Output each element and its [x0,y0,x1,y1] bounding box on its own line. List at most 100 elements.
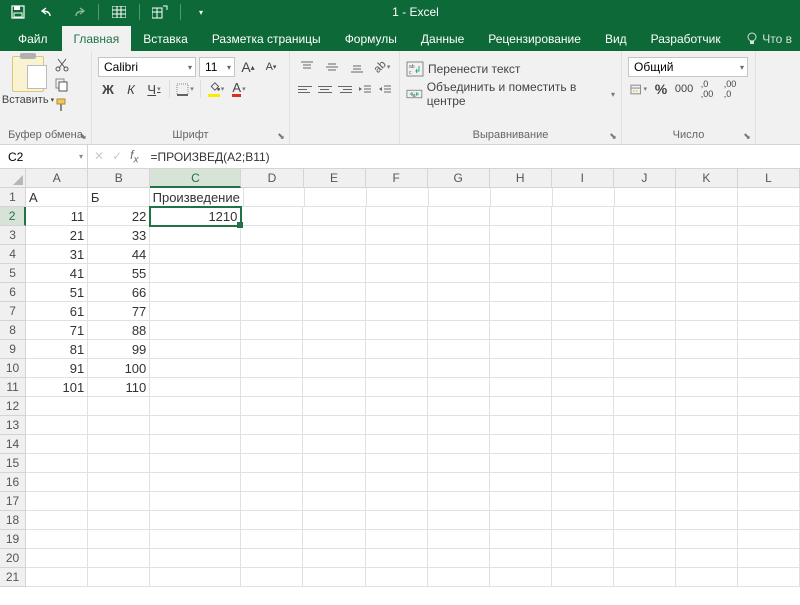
decrease-decimal-button[interactable]: ,00,0 [720,79,740,99]
bold-button[interactable]: Ж [98,79,118,99]
cell-A11[interactable]: 101 [26,378,88,397]
wrap-text-button[interactable]: abc Перенести текст [406,58,615,80]
cell-E16[interactable] [303,473,365,492]
cell-A4[interactable]: 31 [26,245,88,264]
cell-J8[interactable] [614,321,676,340]
cell-L12[interactable] [738,397,800,416]
cell-J6[interactable] [614,283,676,302]
column-header-K[interactable]: K [676,169,738,187]
cell-I20[interactable] [552,549,614,568]
cell-K21[interactable] [676,568,738,587]
column-header-J[interactable]: J [614,169,676,187]
row-header-10[interactable]: 10 [0,359,26,378]
row-header-5[interactable]: 5 [0,264,26,283]
undo-button[interactable] [34,1,62,23]
cell-E2[interactable] [303,207,365,226]
cell-D3[interactable] [241,226,303,245]
cell-C7[interactable] [150,302,241,321]
cell-F10[interactable] [366,359,428,378]
cell-K16[interactable] [676,473,738,492]
cell-G7[interactable] [428,302,490,321]
cell-H15[interactable] [490,454,552,473]
tab-insert[interactable]: Вставка [131,26,200,51]
cell-G13[interactable] [428,416,490,435]
cell-H7[interactable] [490,302,552,321]
cell-D17[interactable] [241,492,303,511]
formula-input[interactable]: =ПРОИЗВЕД(A2;B11) [144,150,800,164]
cell-D20[interactable] [241,549,303,568]
cell-H11[interactable] [490,378,552,397]
cell-F5[interactable] [366,264,428,283]
column-header-D[interactable]: D [241,169,303,187]
decrease-indent-button[interactable] [356,79,373,99]
number-launcher[interactable]: ⬊ [741,130,753,142]
cell-K19[interactable] [676,530,738,549]
tab-view[interactable]: Вид [593,26,639,51]
cell-J12[interactable] [614,397,676,416]
cell-G20[interactable] [428,549,490,568]
cell-D5[interactable] [241,264,303,283]
cell-B15[interactable] [88,454,150,473]
fx-button[interactable]: fx [130,148,138,165]
cell-E12[interactable] [303,397,365,416]
cell-H1[interactable] [491,188,553,207]
cell-L19[interactable] [738,530,800,549]
cell-K10[interactable] [676,359,738,378]
cell-E10[interactable] [303,359,365,378]
cell-G17[interactable] [428,492,490,511]
cell-H2[interactable] [490,207,552,226]
underline-button[interactable]: Ч [144,79,164,99]
cell-H10[interactable] [490,359,552,378]
cell-C9[interactable] [150,340,241,359]
cell-F20[interactable] [366,549,428,568]
cell-G3[interactable] [428,226,490,245]
cell-L9[interactable] [738,340,800,359]
column-header-A[interactable]: A [26,169,88,187]
cell-D7[interactable] [241,302,303,321]
cell-F15[interactable] [366,454,428,473]
cell-A9[interactable]: 81 [26,340,88,359]
row-header-9[interactable]: 9 [0,340,26,359]
cell-E1[interactable] [305,188,367,207]
cell-I11[interactable] [552,378,614,397]
cell-I4[interactable] [552,245,614,264]
row-header-12[interactable]: 12 [0,397,26,416]
row-header-11[interactable]: 11 [0,378,26,397]
cell-B14[interactable] [88,435,150,454]
row-header-21[interactable]: 21 [0,568,26,587]
cell-H9[interactable] [490,340,552,359]
cell-F2[interactable] [366,207,428,226]
tab-file[interactable]: Файл [4,26,62,51]
grow-font-button[interactable]: A▴ [238,57,258,77]
row-header-6[interactable]: 6 [0,283,26,302]
cell-F6[interactable] [366,283,428,302]
name-box[interactable]: C2▾ [0,145,88,168]
column-header-C[interactable]: C [150,169,241,188]
cell-E9[interactable] [303,340,365,359]
cell-I13[interactable] [552,416,614,435]
cell-E4[interactable] [303,245,365,264]
cell-I18[interactable] [552,511,614,530]
cell-C18[interactable] [150,511,241,530]
cell-J15[interactable] [614,454,676,473]
cell-I9[interactable] [552,340,614,359]
font-color-button[interactable]: A [229,79,249,99]
cell-F7[interactable] [366,302,428,321]
cell-C13[interactable] [150,416,241,435]
row-header-1[interactable]: 1 [0,188,26,207]
cell-I6[interactable] [552,283,614,302]
format-painter-button[interactable] [53,96,71,114]
cell-F18[interactable] [366,511,428,530]
cell-H17[interactable] [490,492,552,511]
increase-indent-button[interactable] [376,79,393,99]
cell-K15[interactable] [676,454,738,473]
cell-C14[interactable] [150,435,241,454]
cell-I12[interactable] [552,397,614,416]
cell-G6[interactable] [428,283,490,302]
italic-button[interactable]: К [121,79,141,99]
column-header-G[interactable]: G [428,169,490,187]
cell-L16[interactable] [738,473,800,492]
cell-L14[interactable] [738,435,800,454]
cell-H14[interactable] [490,435,552,454]
cell-D2[interactable] [241,207,303,226]
